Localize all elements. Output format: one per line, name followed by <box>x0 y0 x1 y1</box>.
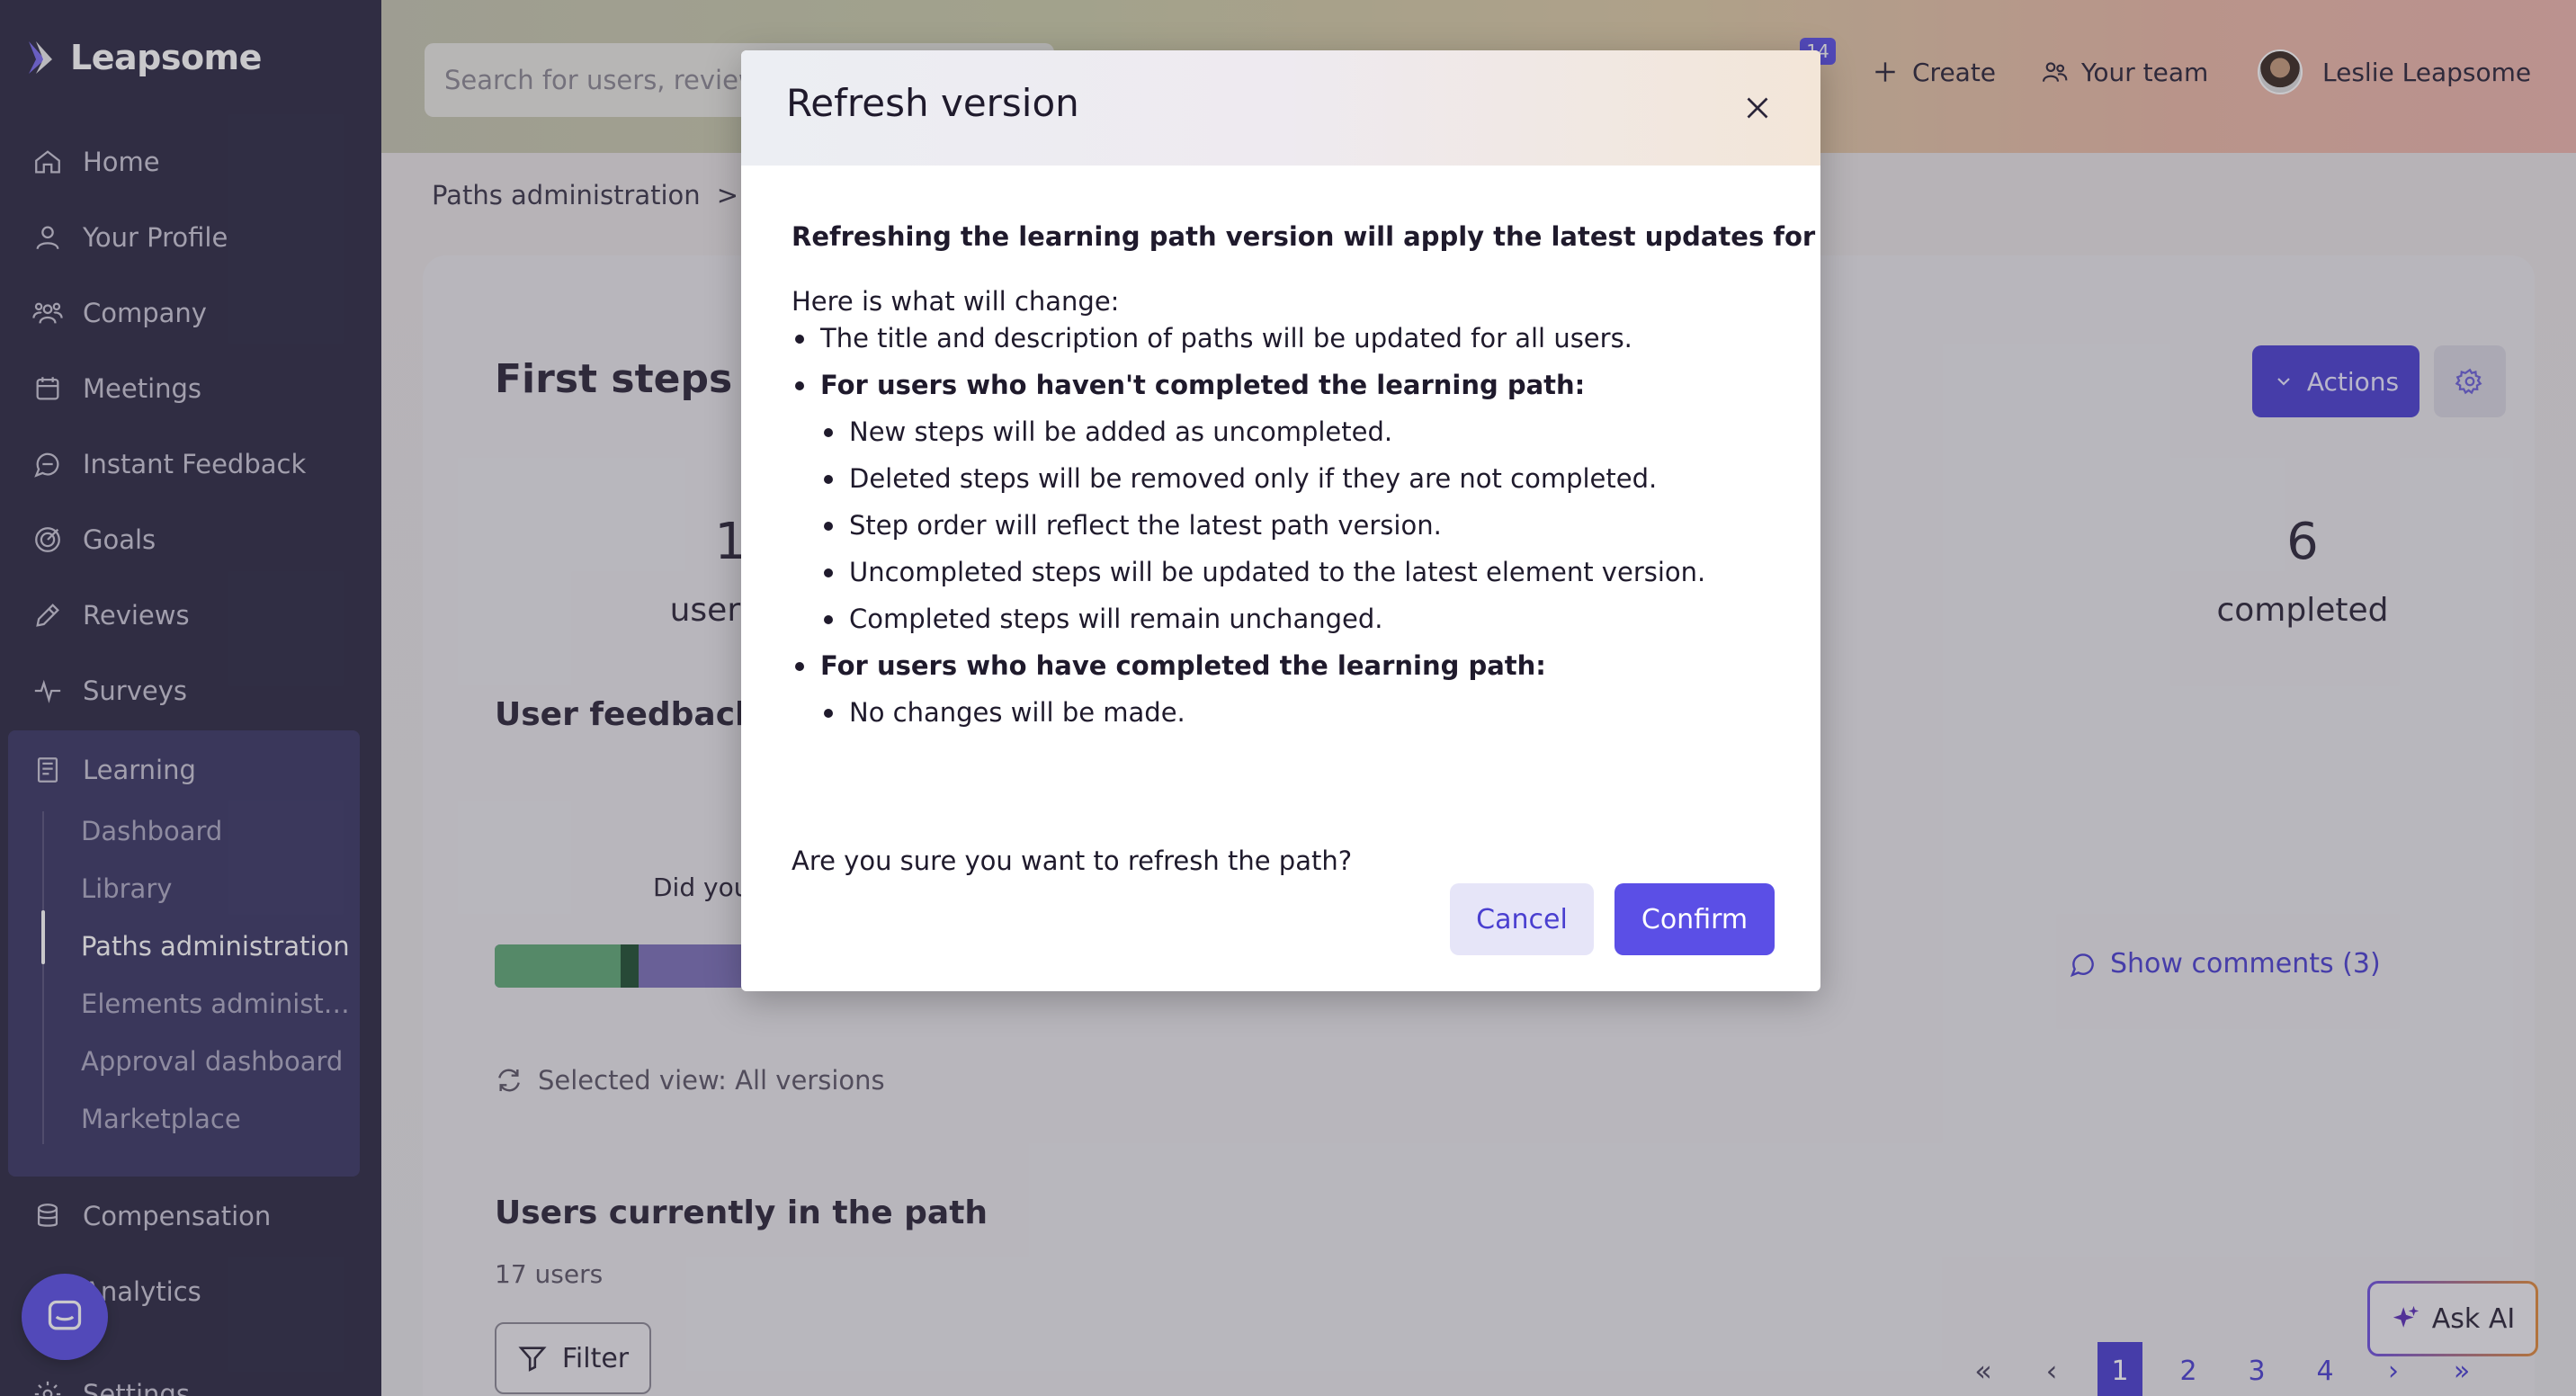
change-item: The title and description of paths will … <box>795 320 1632 356</box>
dialog-header: Refresh version <box>741 50 1820 166</box>
dialog-question: Are you sure you want to refresh the pat… <box>792 846 1353 876</box>
cancel-button[interactable]: Cancel <box>1450 883 1594 955</box>
confirm-button[interactable]: Confirm <box>1614 883 1775 955</box>
dialog-changes-heading: Here is what will change: <box>792 286 1120 317</box>
close-button[interactable] <box>1736 86 1779 130</box>
dialog-intro: Refreshing the learning path version wil… <box>792 221 1820 252</box>
change-item: Uncompleted steps will be updated to the… <box>823 554 1705 590</box>
change-item: For users who haven't completed the lear… <box>794 367 1585 403</box>
change-item: New steps will be added as uncompleted. <box>823 414 1392 450</box>
change-item: Completed steps will remain unchanged. <box>823 601 1382 637</box>
dialog-title: Refresh version <box>786 81 1079 125</box>
close-icon <box>1747 97 1768 119</box>
change-item: Step order will reflect the latest path … <box>824 507 1442 543</box>
refresh-version-dialog: Refresh version Refreshing the learning … <box>741 50 1820 991</box>
change-item: For users who have completed the learnin… <box>795 648 1546 684</box>
change-item: No changes will be made. <box>824 694 1185 730</box>
change-item: Deleted steps will be removed only if th… <box>823 461 1657 497</box>
